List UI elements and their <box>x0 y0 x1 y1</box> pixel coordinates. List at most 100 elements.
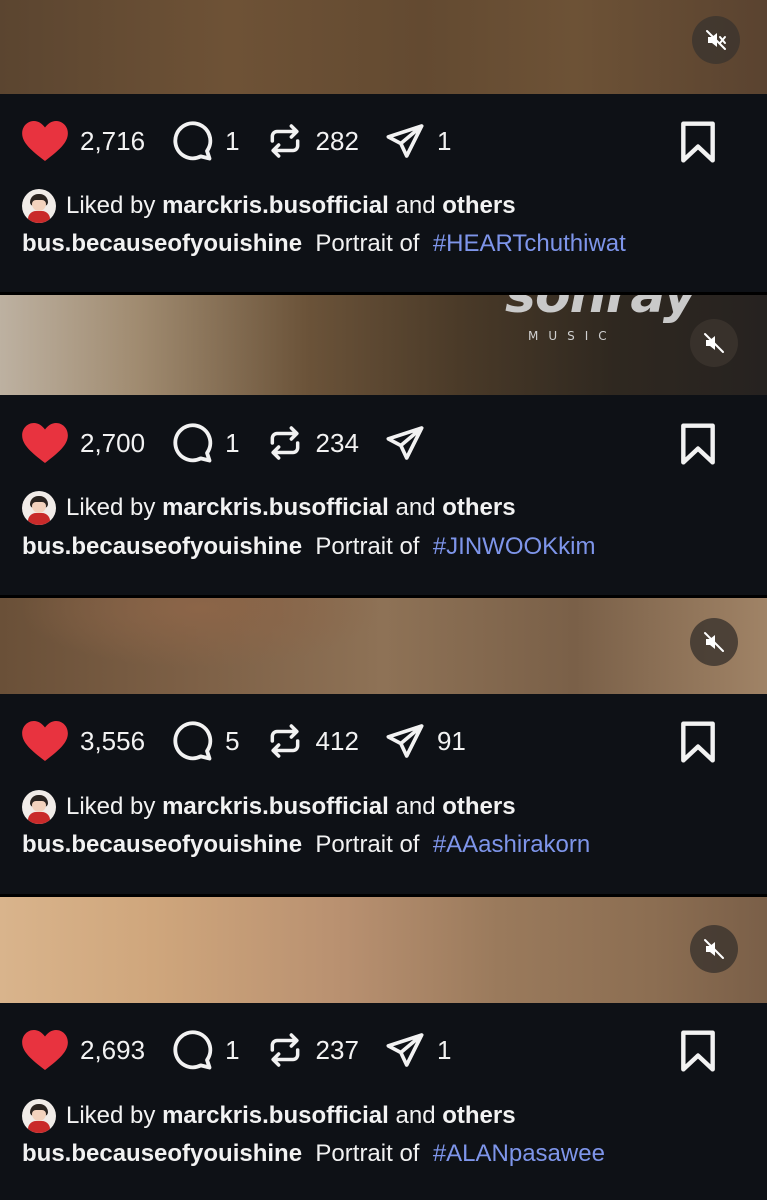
liked-by-others-link[interactable]: others <box>442 793 515 821</box>
action-row: 2,716 1 282 1 <box>22 116 745 166</box>
post-media-video[interactable] <box>0 897 767 1003</box>
speaker-muted-icon <box>704 333 724 353</box>
liked-by-others-link[interactable]: others <box>442 494 515 522</box>
post-footer: 3,556 5 412 91 Liked by marckris.busoffi… <box>0 694 767 894</box>
post-media-video[interactable]: sonray MUSIC <box>0 295 767 395</box>
comment-button[interactable]: 5 <box>171 720 240 762</box>
liked-by-user-link[interactable]: marckris.busofficial <box>162 192 389 220</box>
repost-count: 237 <box>315 1034 359 1065</box>
mute-button[interactable] <box>690 319 738 367</box>
repost-icon <box>270 124 299 158</box>
comment-bubble-icon <box>173 423 213 463</box>
caption: bus.becauseofyouishine Portrait of #JINW… <box>22 533 595 561</box>
hashtag-link[interactable]: #HEARTchuthiwat <box>433 230 626 257</box>
share-count: 1 <box>436 1034 452 1065</box>
heart-icon <box>22 1030 68 1070</box>
repost-icon <box>270 426 299 460</box>
liked-by-others-link[interactable]: others <box>442 1102 515 1130</box>
repost-button[interactable]: 237 <box>266 1030 359 1070</box>
caption-text: Portrait of <box>315 1140 420 1167</box>
liked-by-label: Liked by <box>66 793 156 820</box>
brand-watermark-sub: MUSIC <box>528 329 617 343</box>
liked-by-label: Liked by <box>66 192 156 219</box>
like-count: 3,556 <box>80 725 146 756</box>
heart-icon <box>22 121 68 161</box>
caption: bus.becauseofyouishine Portrait of #AAas… <box>22 831 590 859</box>
like-button[interactable]: 2,716 <box>22 121 145 161</box>
avatar[interactable] <box>22 1099 56 1133</box>
like-count: 2,716 <box>80 125 146 156</box>
liked-by-line: Liked by marckris.busofficial and others <box>22 790 516 824</box>
liked-by-joiner: and <box>395 192 436 219</box>
comment-button[interactable]: 1 <box>171 1029 240 1071</box>
mute-button[interactable] <box>692 16 740 64</box>
avatar[interactable] <box>22 491 56 525</box>
share-count: 91 <box>436 725 466 756</box>
avatar[interactable] <box>22 189 56 223</box>
caption: bus.becauseofyouishine Portrait of #ALAN… <box>22 1140 605 1168</box>
bookmark-icon[interactable] <box>679 422 717 466</box>
liked-by-line: Liked by marckris.busofficial and others <box>22 491 516 525</box>
comment-bubble-icon <box>173 721 213 761</box>
author-username[interactable]: bus.becauseofyouishine <box>22 533 302 560</box>
liked-by-user-link[interactable]: marckris.busofficial <box>162 494 389 522</box>
hashtag-link[interactable]: #ALANpasawee <box>433 1140 605 1167</box>
mute-button[interactable] <box>690 925 738 973</box>
like-button[interactable]: 3,556 <box>22 721 145 761</box>
action-row: 3,556 5 412 91 <box>22 716 745 766</box>
like-count: 2,700 <box>80 427 146 458</box>
liked-by-label: Liked by <box>66 494 156 521</box>
share-button[interactable] <box>385 423 437 463</box>
liked-by-others-link[interactable]: others <box>442 192 515 220</box>
send-icon <box>386 1033 424 1067</box>
comment-count: 1 <box>225 1034 240 1065</box>
repost-button[interactable]: 282 <box>266 121 359 161</box>
liked-by-joiner: and <box>395 494 436 521</box>
repost-button[interactable]: 234 <box>266 423 359 463</box>
author-username[interactable]: bus.becauseofyouishine <box>22 230 302 257</box>
avatar[interactable] <box>22 790 56 824</box>
brand-watermark: sonray <box>505 295 697 325</box>
comment-count: 1 <box>225 427 240 458</box>
action-row: 2,700 1 234 <box>22 418 745 468</box>
post-footer: 2,716 1 282 1 Liked by marckris.busoffic… <box>0 94 767 292</box>
mute-button[interactable] <box>690 618 738 666</box>
post-media-video[interactable] <box>0 0 767 94</box>
repost-icon <box>270 724 299 758</box>
author-username[interactable]: bus.becauseofyouishine <box>22 831 302 858</box>
liked-by-user-link[interactable]: marckris.busofficial <box>162 1102 389 1130</box>
speaker-muted-icon <box>706 30 726 50</box>
heart-icon <box>22 423 68 463</box>
repost-count: 282 <box>315 125 359 156</box>
post-media-video[interactable] <box>0 598 767 694</box>
like-button[interactable]: 2,700 <box>22 423 145 463</box>
author-username[interactable]: bus.becauseofyouishine <box>22 1140 302 1167</box>
send-icon <box>386 724 424 758</box>
liked-by-user-link[interactable]: marckris.busofficial <box>162 793 389 821</box>
repost-button[interactable]: 412 <box>266 721 359 761</box>
speaker-muted-icon <box>704 632 724 652</box>
comment-bubble-icon <box>173 1030 213 1070</box>
comment-button[interactable]: 1 <box>171 422 240 464</box>
caption-text: Portrait of <box>315 533 420 560</box>
send-icon <box>386 426 424 460</box>
bookmark-icon[interactable] <box>679 720 717 764</box>
share-button[interactable]: 1 <box>385 121 451 161</box>
liked-by-joiner: and <box>395 793 436 820</box>
post-footer: 2,693 1 237 1 Liked by marckris.busoffic… <box>0 1003 767 1200</box>
bookmark-icon[interactable] <box>679 1029 717 1073</box>
share-button[interactable]: 1 <box>385 1030 451 1070</box>
bookmark-icon[interactable] <box>679 120 717 164</box>
post-footer: 2,700 1 234 Liked by marckris.busofficia… <box>0 395 767 595</box>
hashtag-link[interactable]: #AAashirakorn <box>433 831 590 858</box>
liked-by-joiner: and <box>395 1102 436 1129</box>
liked-by-label: Liked by <box>66 1102 156 1129</box>
like-button[interactable]: 2,693 <box>22 1030 145 1070</box>
liked-by-line: Liked by marckris.busofficial and others <box>22 1099 516 1133</box>
speaker-muted-icon <box>704 939 724 959</box>
comment-button[interactable]: 1 <box>171 120 240 162</box>
comment-count: 1 <box>225 125 240 156</box>
hashtag-link[interactable]: #JINWOOKkim <box>433 533 596 560</box>
share-button[interactable]: 91 <box>385 721 466 761</box>
repost-count: 234 <box>315 427 359 458</box>
